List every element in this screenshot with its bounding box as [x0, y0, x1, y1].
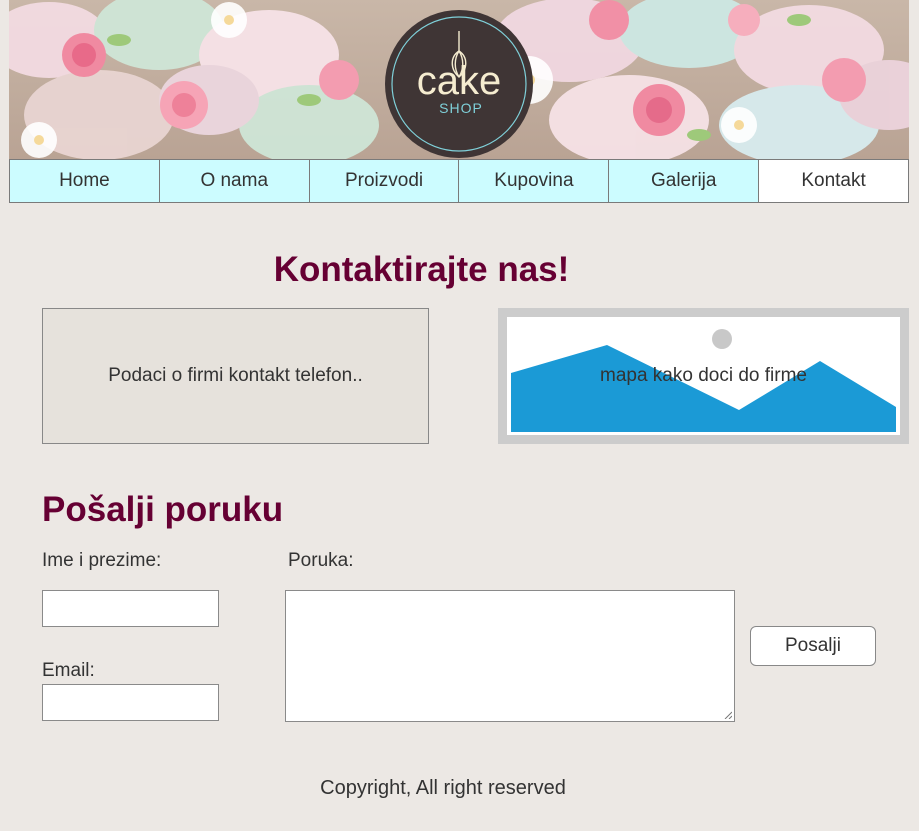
- header-banner: cake SHOP: [9, 0, 909, 159]
- company-info-box: Podaci o firmi kontakt telefon..: [42, 308, 429, 444]
- logo-subtext: SHOP: [439, 100, 483, 116]
- nav-item-proizvodi[interactable]: Proizvodi: [309, 160, 460, 202]
- nav-item-o-nama[interactable]: O nama: [159, 160, 310, 202]
- nav-item-galerija[interactable]: Galerija: [609, 160, 760, 202]
- nav-item-kupovina[interactable]: Kupovina: [459, 160, 610, 202]
- map-label: mapa kako doci do firme: [600, 365, 807, 386]
- logo-text: cake: [417, 59, 502, 103]
- company-info-text: Podaci o firmi kontakt telefon..: [108, 365, 363, 386]
- nav-item-kontakt[interactable]: Kontakt: [759, 160, 908, 202]
- email-input[interactable]: [42, 684, 219, 721]
- page-title: Kontaktirajte nas!: [273, 250, 570, 289]
- email-label: Email:: [42, 660, 95, 681]
- map-placeholder: mapa kako doci do firme: [498, 308, 909, 444]
- resize-handle-icon[interactable]: [724, 711, 732, 719]
- main-navigation: Home O nama Proizvodi Kupovina Galerija …: [9, 159, 909, 203]
- name-input[interactable]: [42, 590, 219, 627]
- form-title: Pošalji poruku: [42, 490, 284, 529]
- submit-button[interactable]: Posalji: [750, 626, 876, 666]
- message-textarea[interactable]: [285, 590, 735, 722]
- footer-copyright: Copyright, All right reserved: [320, 777, 566, 799]
- message-label: Poruka:: [288, 550, 354, 571]
- name-label: Ime i prezime:: [42, 550, 162, 571]
- nav-item-home[interactable]: Home: [10, 160, 160, 202]
- cake-shop-logo[interactable]: cake SHOP: [384, 9, 534, 159]
